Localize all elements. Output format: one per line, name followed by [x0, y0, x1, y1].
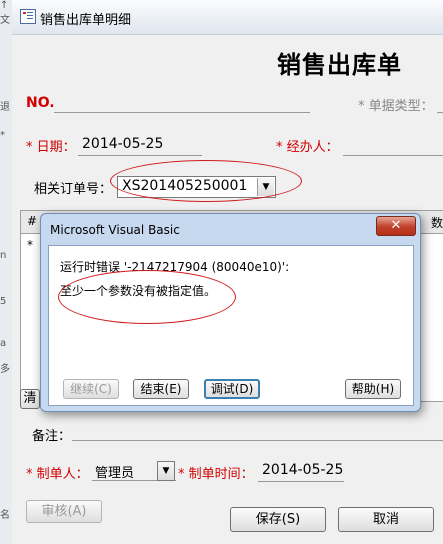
edge-fragment: 多: [0, 364, 10, 375]
grid-col-hash: #: [27, 214, 38, 228]
create-time-underline: [258, 481, 344, 482]
cancel-button[interactable]: 取消: [338, 507, 434, 532]
create-time-label: * 制单时间：: [178, 467, 254, 482]
date-underline: [78, 155, 202, 156]
window-title: 销售出库单明细: [40, 13, 132, 28]
doc-type-field[interactable]: [437, 112, 443, 113]
creator-value: 管理员: [95, 466, 135, 481]
close-icon[interactable]: ✕: [376, 216, 416, 236]
edge-fragment: n: [0, 250, 7, 261]
form-heading: 销售出库单: [277, 51, 402, 79]
remark-field[interactable]: [72, 440, 443, 441]
grid-col-right: 数: [431, 216, 443, 230]
save-button[interactable]: 保存(S): [230, 507, 326, 532]
no-field[interactable]: [54, 112, 310, 113]
date-label: * 日期：: [26, 140, 76, 155]
edge-fragment: ↑ 文: [0, 0, 10, 26]
order-label: 相关订单号：: [34, 182, 113, 197]
creator-combobox[interactable]: 管理员 ▼: [92, 460, 176, 481]
no-label: NO.: [26, 95, 55, 111]
help-button[interactable]: 帮助(H): [345, 379, 401, 399]
edge-fragment: 5: [0, 296, 7, 307]
handler-label: * 经办人：: [276, 140, 339, 155]
creator-label: * 制单人：: [26, 467, 89, 482]
date-field[interactable]: 2014-05-25: [82, 136, 163, 152]
form-icon: [20, 9, 36, 24]
edge-fragment: 退: [0, 102, 10, 113]
chevron-down-icon[interactable]: ▼: [157, 461, 175, 481]
remark-label: 备注：: [32, 429, 72, 444]
doc-type-label: * 单据类型：: [358, 99, 434, 114]
dialog-title: Microsoft Visual Basic: [50, 223, 180, 237]
create-time-field[interactable]: 2014-05-25: [262, 462, 343, 478]
clear-button[interactable]: 清: [20, 389, 40, 409]
edge-fragment: a: [0, 338, 7, 349]
debug-button[interactable]: 调试(D): [204, 379, 260, 399]
grid-new-row-marker: *: [27, 238, 33, 252]
review-button[interactable]: 审核(A): [26, 500, 102, 523]
handler-field[interactable]: [343, 155, 443, 156]
continue-button[interactable]: 继续(C): [63, 379, 119, 399]
annotation-ellipse-message: [58, 270, 236, 324]
edge-fragment: *: [0, 130, 5, 141]
edge-fragment: 名: [0, 510, 10, 521]
end-button[interactable]: 结束(E): [133, 379, 189, 399]
annotation-ellipse-order: [110, 160, 302, 202]
dialog-body: 运行时错误 '-2147217904 (80040e10)': 至少一个参数没有…: [48, 245, 414, 406]
